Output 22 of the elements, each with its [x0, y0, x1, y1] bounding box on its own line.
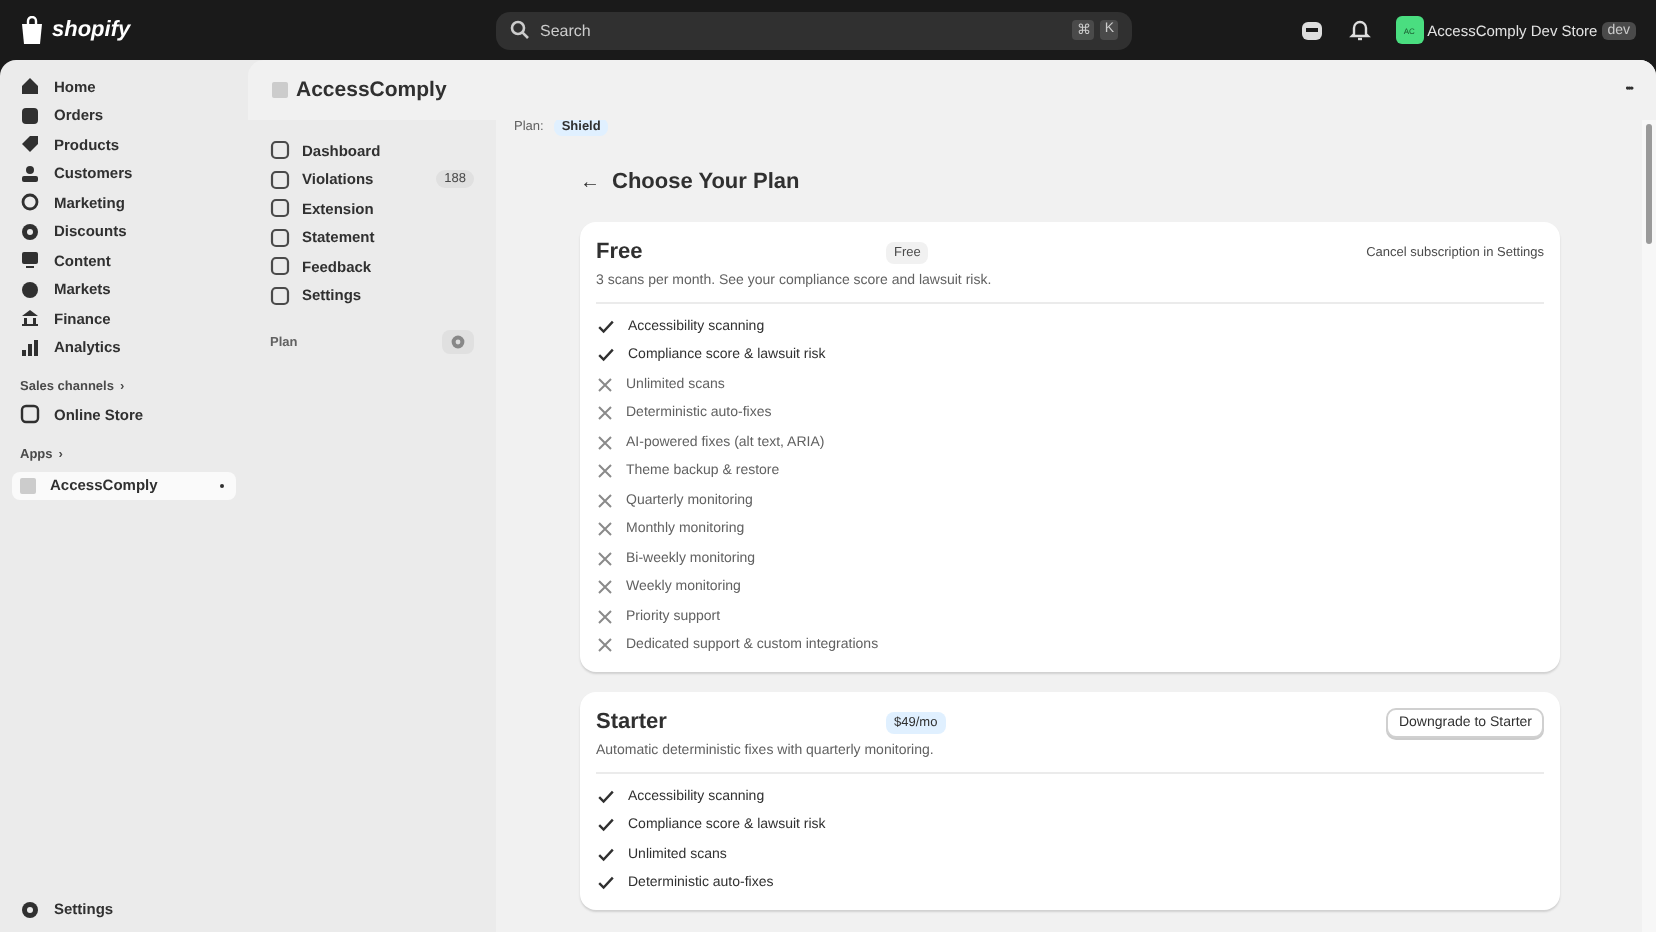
brand-logo-text: shopify [52, 18, 131, 42]
bell-icon[interactable] [1347, 18, 1372, 42]
scrollbar-thumb[interactable] [1646, 124, 1652, 244]
shopping-bag-icon [20, 16, 44, 44]
page-heading: Choose Your Plan [612, 170, 800, 194]
app-icon [20, 477, 36, 493]
bank-icon [20, 308, 40, 329]
plan-name: Free [596, 240, 645, 264]
bars-icon [20, 337, 40, 358]
target-icon [20, 192, 40, 213]
settings-button[interactable] [442, 330, 474, 354]
monitor-icon [20, 250, 40, 271]
inbox-icon [20, 105, 40, 126]
back-arrow-button[interactable]: ← [580, 171, 600, 193]
search-input[interactable]: Search [540, 21, 1063, 39]
person-icon [20, 163, 40, 184]
app-title: AccessComply [296, 78, 447, 102]
settings-icon [20, 899, 40, 920]
plan-name: Starter [596, 710, 669, 734]
app-icon [272, 82, 288, 98]
search-icon [510, 20, 530, 40]
tag-icon [20, 134, 40, 155]
